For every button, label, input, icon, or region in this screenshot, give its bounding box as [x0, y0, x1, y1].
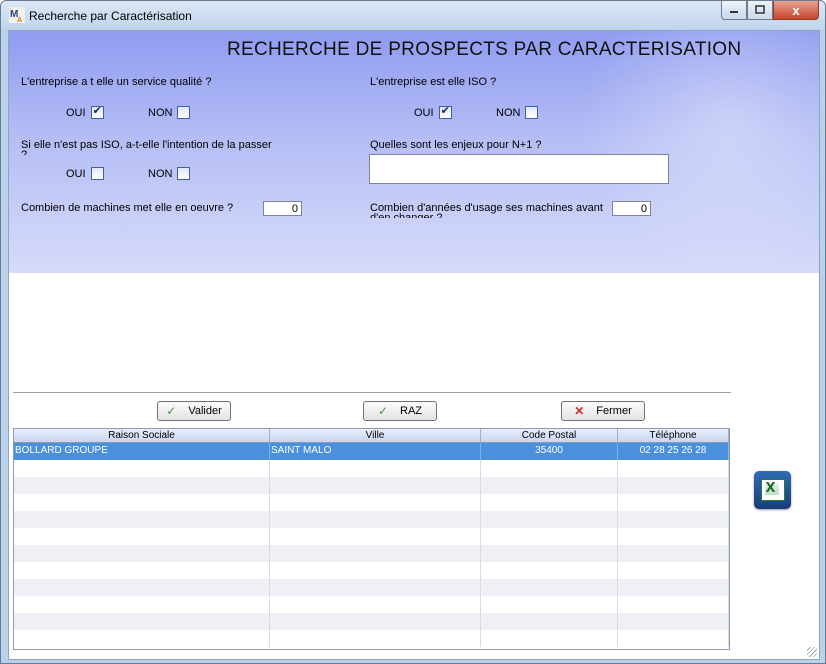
label-service-qualite: L'entreprise a t elle un service qualité… — [21, 76, 212, 88]
cell-raison-sociale: BOLLARD GROUPE — [14, 443, 270, 460]
empty-row — [14, 596, 729, 613]
intention-oui[interactable]: OUI — [66, 167, 104, 180]
close-icon: ✕ — [574, 404, 585, 418]
annees-input[interactable]: 0 — [612, 201, 651, 216]
minimize-button[interactable] — [721, 1, 747, 20]
close-icon: x — [792, 2, 800, 18]
results-table[interactable]: Raison Sociale Ville Code Postal Télépho… — [13, 428, 730, 650]
empty-row — [14, 562, 729, 579]
fermer-label: Fermer — [596, 405, 632, 417]
oui-label: OUI — [414, 106, 434, 119]
checkmark-icon: ✓ — [377, 404, 389, 418]
service-qualite-non-checkbox[interactable] — [177, 106, 191, 119]
label-enjeux: Quelles sont les enjeux pour N+1 ? — [370, 139, 542, 151]
checkmark-icon: ✓ — [166, 404, 177, 418]
cell-telephone: 02 28 25 26 28 — [618, 443, 729, 460]
valider-button[interactable]: ✓ Valider — [157, 401, 231, 421]
cell-ville: SAINT MALO — [270, 443, 481, 460]
column-header-telephone[interactable]: Téléphone — [618, 429, 729, 442]
column-header-code-postal[interactable]: Code Postal — [481, 429, 618, 442]
intention-non[interactable]: NON — [148, 167, 191, 180]
empty-row — [14, 579, 729, 596]
resize-grip[interactable] — [807, 647, 817, 657]
empty-row — [14, 630, 729, 647]
svg-text:A: A — [17, 17, 22, 23]
panel-background-decoration — [579, 31, 819, 271]
label-iso: L'entreprise est elle ISO ? — [370, 76, 497, 88]
window-controls: x — [721, 1, 819, 21]
excel-export-button[interactable]: X — [754, 471, 791, 509]
client-area: RECHERCHE DE PROSPECTS PAR CARACTERISATI… — [8, 30, 820, 660]
title-bar[interactable]: M A Recherche par Caractérisation x — [1, 1, 825, 29]
app-window: M A Recherche par Caractérisation x RECH… — [0, 0, 826, 664]
window-title: Recherche par Caractérisation — [29, 9, 192, 23]
non-label: NON — [148, 106, 173, 119]
maximize-button[interactable] — [747, 1, 773, 20]
label-machines: Combien de machines met elle en oeuvre ? — [21, 202, 234, 214]
column-header-raison-sociale[interactable]: Raison Sociale — [14, 429, 270, 442]
maximize-icon — [755, 5, 765, 14]
separator — [13, 392, 731, 393]
raz-button[interactable]: ✓ RAZ — [363, 401, 437, 421]
service-qualite-oui-checkbox[interactable] — [90, 104, 104, 119]
iso-non[interactable]: NON — [496, 106, 539, 119]
minimize-icon — [730, 11, 738, 13]
iso-oui-checkbox[interactable] — [438, 104, 452, 119]
table-header: Raison Sociale Ville Code Postal Télépho… — [14, 429, 729, 443]
empty-row — [14, 613, 729, 630]
app-icon: M A — [9, 7, 25, 23]
label-intention-line2: ? — [21, 149, 28, 155]
enjeux-input[interactable] — [369, 154, 669, 184]
empty-row — [14, 528, 729, 545]
iso-non-checkbox[interactable] — [525, 106, 539, 119]
empty-row — [14, 511, 729, 528]
empty-row — [14, 477, 729, 494]
label-intention-line1: Si elle n'est pas ISO, a-t-elle l'intent… — [21, 139, 272, 151]
machines-input[interactable]: 0 — [263, 201, 302, 216]
valider-label: Valider — [188, 405, 222, 417]
intention-oui-checkbox[interactable] — [90, 167, 104, 180]
column-header-ville[interactable]: Ville — [270, 429, 481, 442]
empty-row — [14, 460, 729, 477]
empty-row — [14, 494, 729, 511]
page-title: RECHERCHE DE PROSPECTS PAR CARACTERISATI… — [227, 39, 742, 60]
close-button[interactable]: x — [773, 1, 819, 20]
service-qualite-non[interactable]: NON — [148, 106, 191, 119]
iso-oui[interactable]: OUI — [414, 104, 452, 119]
label-annees-line2: d'en changer ? — [370, 212, 443, 218]
criteria-panel: RECHERCHE DE PROSPECTS PAR CARACTERISATI… — [9, 31, 819, 273]
non-label: NON — [496, 106, 521, 119]
oui-label: OUI — [66, 167, 86, 180]
service-qualite-oui[interactable]: OUI — [66, 104, 104, 119]
oui-label: OUI — [66, 106, 86, 119]
non-label: NON — [148, 167, 173, 180]
table-row[interactable]: BOLLARD GROUPE SAINT MALO 35400 02 28 25… — [14, 443, 729, 460]
empty-row — [14, 545, 729, 562]
fermer-button[interactable]: ✕ Fermer — [561, 401, 645, 421]
cell-code-postal: 35400 — [481, 443, 618, 460]
excel-export-icon: X — [760, 479, 785, 501]
intention-non-checkbox[interactable] — [177, 167, 191, 180]
raz-label: RAZ — [400, 405, 423, 417]
